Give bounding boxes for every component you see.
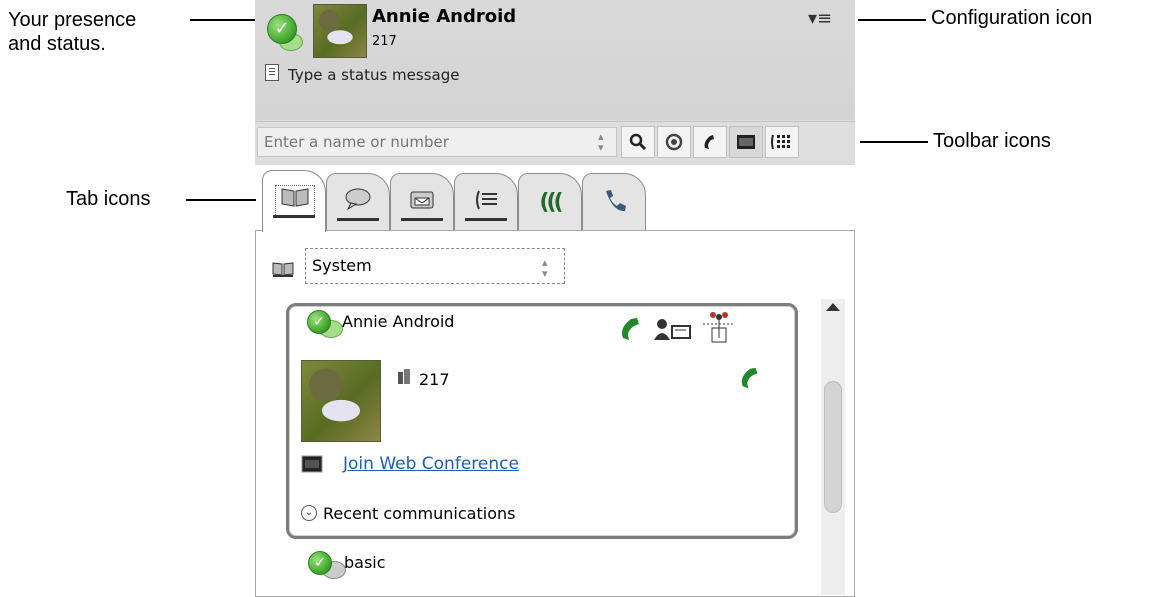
callout-tabs: Tab icons <box>66 188 151 210</box>
callout-config-line <box>858 19 926 21</box>
transfer-icon[interactable] <box>701 310 737 346</box>
voicemail-tab-icon <box>403 188 441 218</box>
dialpad-icon[interactable] <box>765 126 799 158</box>
calls-icon <box>595 188 633 218</box>
user-photo <box>313 4 367 58</box>
web-conference-icon <box>301 455 323 473</box>
presence-area: ✓ Annie Android 217 Type a status messag… <box>255 0 855 120</box>
tab-calls[interactable] <box>582 173 646 231</box>
status-message-field[interactable]: Type a status message <box>288 66 459 84</box>
directory-icon <box>275 185 315 217</box>
web-conference-icon[interactable] <box>729 126 763 158</box>
callout-tabs-line <box>186 199 256 201</box>
conference-icon: ((( <box>539 190 563 215</box>
contact-name: Annie Android <box>342 312 455 331</box>
callout-presence-line <box>190 19 258 21</box>
available-presence-icon[interactable]: ✓ <box>267 14 297 44</box>
directory-panel: System ▴ ▾ ✓ Annie Android 217 Join Web C… <box>255 230 855 597</box>
search-icon[interactable] <box>621 126 655 158</box>
voicemail-icon[interactable] <box>657 126 691 158</box>
contact-card[interactable]: ✓ Annie Android 217 Join Web Conference … <box>286 303 798 539</box>
expand-chevron-icon[interactable]: ⌄ <box>301 505 317 521</box>
chat-icon <box>339 188 377 218</box>
call-extension-icon[interactable] <box>737 366 765 390</box>
scroll-up-arrow-icon[interactable] <box>826 303 840 311</box>
callout-toolbar-line <box>860 141 928 143</box>
call-icon[interactable] <box>617 316 647 342</box>
contact-photo <box>301 360 381 442</box>
callout-presence-line2: and status. <box>8 33 106 55</box>
user-extension: 217 <box>372 34 397 49</box>
tab-call-history[interactable] <box>454 173 518 231</box>
call-history-icon <box>467 188 505 218</box>
extension-icon <box>398 369 410 384</box>
tab-underline <box>337 218 379 221</box>
directory-icon <box>272 262 294 277</box>
contact-card-icon[interactable] <box>653 318 693 342</box>
contact-name[interactable]: basic <box>344 553 386 572</box>
tab-underline <box>273 215 315 218</box>
available-presence-icon: ✓ <box>307 310 331 334</box>
phone-icon[interactable] <box>693 126 727 158</box>
recent-communications-label[interactable]: Recent communications <box>323 504 515 523</box>
tab-voicemail[interactable] <box>390 173 454 231</box>
callout-toolbar: Toolbar icons <box>933 130 1051 152</box>
tab-conference[interactable]: ((( <box>518 173 582 231</box>
toolbar: ▴▾ <box>255 121 855 162</box>
callout-configuration: Configuration icon <box>931 7 1093 29</box>
join-web-conference-link[interactable]: Join Web Conference <box>343 454 519 474</box>
select-spinner-icon[interactable]: ▴ ▾ <box>542 257 548 279</box>
configuration-menu-icon[interactable]: ▾≡ <box>808 8 832 29</box>
tab-underline <box>465 218 507 221</box>
user-name: Annie Android <box>372 6 517 27</box>
directory-select[interactable]: System ▴ ▾ <box>305 248 565 284</box>
scrollbar[interactable] <box>821 299 845 595</box>
scroll-thumb[interactable] <box>824 381 842 513</box>
callout-presence: Your presence and status. <box>8 8 136 56</box>
contact-extension: 217 <box>419 370 450 389</box>
search-combo[interactable]: ▴▾ <box>257 127 617 157</box>
callout-presence-line1: Your presence <box>8 9 137 31</box>
tab-chat[interactable] <box>326 173 390 231</box>
client-header: ✓ Annie Android 217 Type a status messag… <box>255 0 855 165</box>
search-input[interactable] <box>264 131 594 153</box>
tab-directory[interactable] <box>262 170 326 232</box>
tab-underline <box>401 218 443 221</box>
combo-spinner-icon[interactable]: ▴ ▾ <box>598 131 604 153</box>
status-message-icon <box>265 64 279 81</box>
available-presence-icon: ✓ <box>308 551 332 575</box>
directory-select-value: System <box>312 256 372 275</box>
